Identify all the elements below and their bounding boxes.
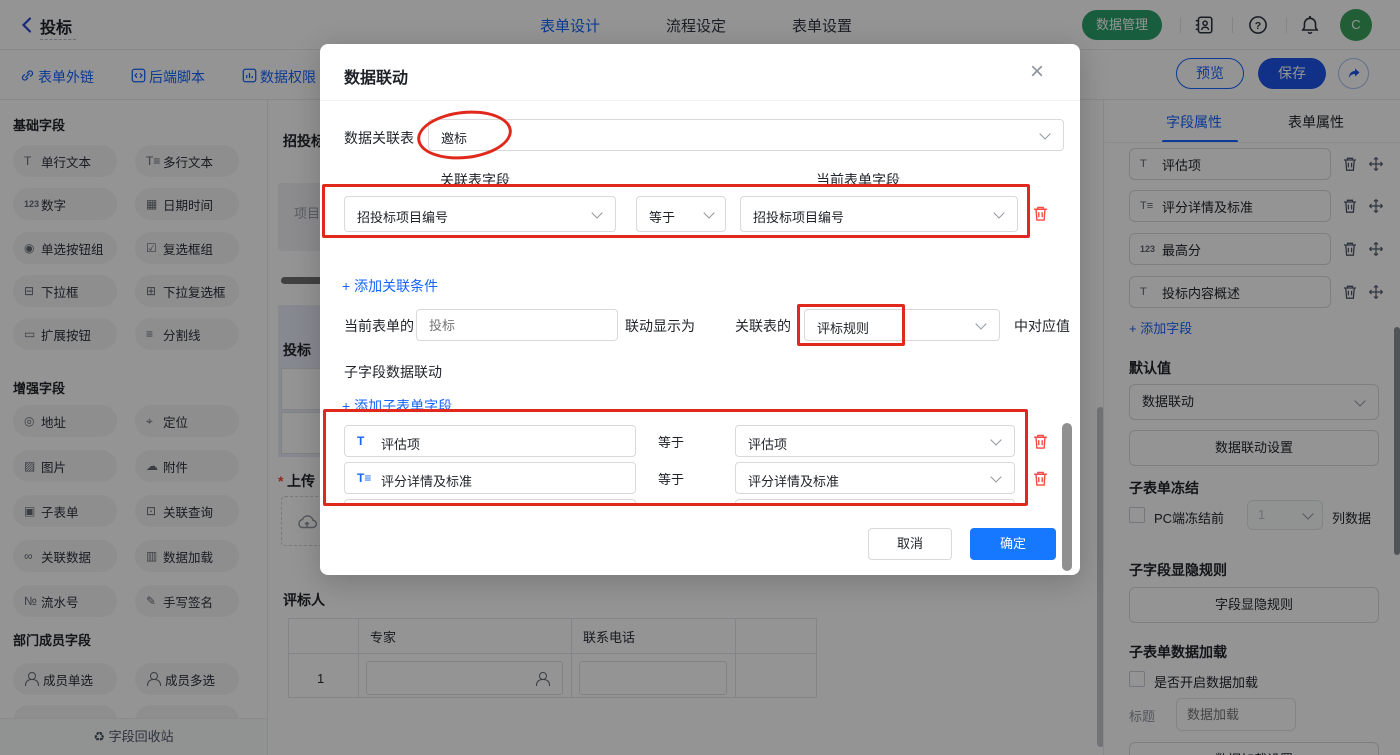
subfield-linkage-title: 子字段数据联动 <box>344 364 442 380</box>
of-linked-table-label: 关联表的 <box>735 318 791 334</box>
delete-condition-trash-icon[interactable] <box>1032 204 1049 223</box>
add-condition-link[interactable]: + 添加关联条件 <box>342 276 438 296</box>
subfield-source[interactable]: T≡ 评分详情及标准 <box>344 462 636 494</box>
linked-table-field-select[interactable]: 评标规则 <box>804 309 1000 341</box>
modal-title: 数据联动 <box>344 70 409 87</box>
chevron-down-icon <box>993 207 1005 219</box>
column-header-linked-field: 关联表字段 <box>440 172 510 188</box>
condition-left-select[interactable]: 招投标项目编号 <box>344 196 616 232</box>
data-linkage-modal: 数据联动 × 数据关联表 邀标 关联表字段 当前表单字段 招投标项目编号 等于 … <box>320 44 1080 575</box>
subfield-target-select[interactable]: 评分详情及标准 <box>735 462 1015 494</box>
divider <box>320 100 1080 101</box>
subfield-source-clipped[interactable] <box>344 499 636 505</box>
add-subform-field-link[interactable]: + 添加子表单字段 <box>342 396 452 416</box>
current-form-field-input[interactable] <box>416 309 618 341</box>
app-root: 投标 表单设计 流程设定 表单设置 数据管理 ? C 表单外链 后端脚本 数据权… <box>0 0 1400 755</box>
condition-operator-select[interactable]: 等于 <box>636 196 726 232</box>
text-icon: T <box>357 434 365 448</box>
current-form-prefix-label: 当前表单的 <box>344 318 414 334</box>
confirm-button[interactable]: 确定 <box>970 528 1056 560</box>
subfield-target-select-clipped[interactable] <box>735 499 1015 505</box>
modal-scrollbar[interactable] <box>1062 423 1072 571</box>
chevron-down-icon <box>990 434 1002 446</box>
link-table-select[interactable]: 邀标 <box>428 119 1064 151</box>
subfield-source[interactable]: T 评估项 <box>344 425 636 457</box>
chevron-down-icon <box>703 207 715 219</box>
chevron-down-icon <box>591 207 603 219</box>
close-icon[interactable]: × <box>1030 58 1044 86</box>
chevron-down-icon <box>990 471 1002 483</box>
multiline-text-icon: T≡ <box>357 471 372 485</box>
operator-label: 等于 <box>658 435 685 450</box>
condition-right-select[interactable]: 招投标项目编号 <box>740 196 1018 232</box>
chevron-down-icon <box>1039 128 1051 140</box>
column-header-current-field: 当前表单字段 <box>816 172 900 188</box>
corresponding-value-label: 中对应值 <box>1014 318 1070 334</box>
link-table-label: 数据关联表 <box>344 130 414 146</box>
chevron-down-icon <box>975 318 987 330</box>
operator-label: 等于 <box>658 472 685 487</box>
delete-subfield-trash-icon[interactable] <box>1032 469 1049 488</box>
cancel-button[interactable]: 取消 <box>868 528 952 560</box>
delete-subfield-trash-icon[interactable] <box>1032 432 1049 451</box>
display-as-label: 联动显示为 <box>625 318 695 334</box>
subfield-rows-scroll-area: T 评估项 等于 评估项 T≡ 评分详情及标准 等于 评分详情及标准 <box>320 419 1080 505</box>
subfield-target-select[interactable]: 评估项 <box>735 425 1015 457</box>
